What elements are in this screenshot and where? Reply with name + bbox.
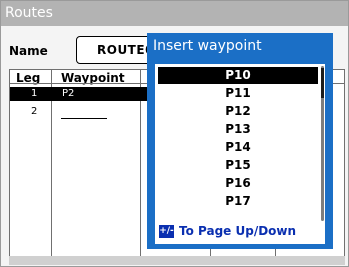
insert-waypoint-dialog: Insert waypoint P10 P11 P12 P13 P14 P15 … — [147, 33, 333, 249]
dialog-title: Insert waypoint — [153, 38, 262, 54]
waypoint-option[interactable]: P14 — [158, 139, 318, 156]
waypoint-option[interactable]: P13 — [158, 121, 318, 138]
waypoint-option[interactable]: P12 — [158, 103, 318, 120]
waypoint-option[interactable]: P10 — [158, 67, 318, 84]
leg-number: 1 — [31, 88, 38, 99]
scrollbar-thumb[interactable] — [321, 68, 324, 98]
window-title: Routes — [5, 5, 53, 21]
waypoint-empty-field[interactable] — [61, 118, 107, 119]
plus-minus-icon: +/- — [159, 225, 174, 238]
status-bar — [9, 256, 345, 265]
page-hint: To Page Up/Down — [179, 224, 297, 238]
name-label: Name — [9, 44, 48, 58]
list-scrollbar[interactable] — [321, 66, 324, 221]
waypoint-option[interactable]: P16 — [158, 175, 318, 192]
waypoint-option[interactable]: P17 — [158, 193, 318, 210]
window-title-bar: Routes — [1, 1, 348, 26]
waypoint-name: P2 — [62, 88, 75, 99]
waypoint-option[interactable]: P11 — [158, 85, 318, 102]
waypoint-list[interactable]: P10 P11 P12 P13 P14 P15 P16 P17 +/- To P… — [155, 64, 325, 244]
waypoint-option[interactable]: P15 — [158, 157, 318, 174]
leg-number: 2 — [31, 106, 38, 117]
